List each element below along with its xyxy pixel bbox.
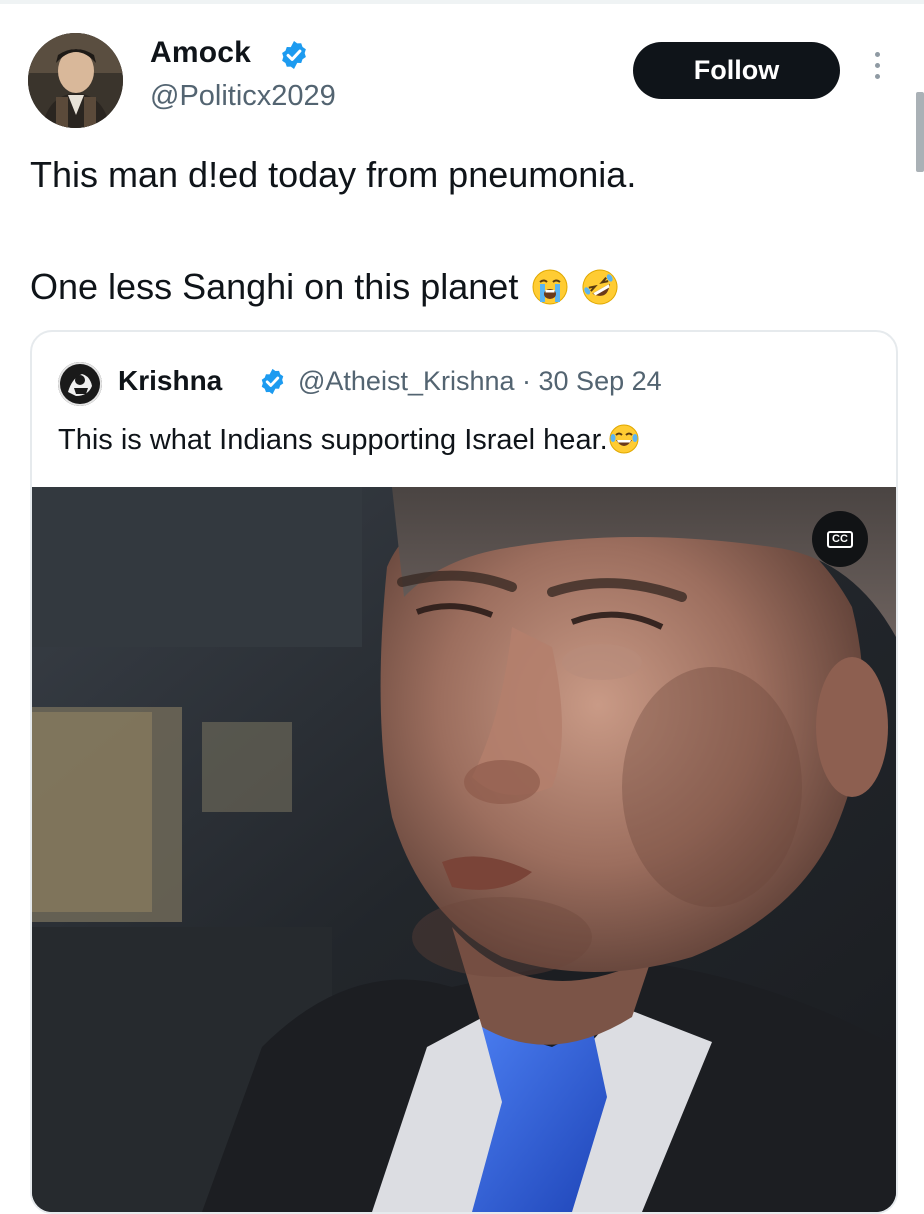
quote-video[interactable]: CC (32, 487, 896, 1212)
follow-button[interactable]: Follow (633, 42, 840, 99)
verified-badge-icon (282, 41, 306, 69)
video-frame-image (32, 487, 896, 1212)
tweet-text-line-2: One less Sanghi on this planet (30, 266, 618, 314)
loudly-crying-face-icon (532, 269, 568, 314)
tweet-text-line-2-text: One less Sanghi on this planet (30, 266, 519, 307)
more-options-icon[interactable] (869, 52, 885, 88)
scrollbar-thumb[interactable] (916, 92, 924, 172)
quote-author-avatar[interactable] (58, 362, 102, 406)
quote-text: This is what Indians supporting Israel h… (58, 424, 639, 462)
author-avatar[interactable] (28, 33, 123, 128)
author-handle[interactable]: @Politicx2029 (150, 80, 336, 113)
quote-verified-badge-icon (261, 368, 284, 395)
cc-icon: CC (827, 530, 853, 548)
quote-text-content: This is what Indians supporting Israel h… (58, 424, 608, 456)
quoted-tweet-card[interactable]: Krishna @Atheist_Krishna · 30 Sep 24 Thi… (30, 330, 898, 1214)
tweet-text-line-1: This man d!ed today from pneumonia. (30, 154, 637, 195)
avatar-image (28, 33, 123, 128)
captions-button[interactable]: CC (812, 511, 868, 567)
quote-author-handle[interactable]: @Atheist_Krishna (298, 366, 515, 396)
quote-meta: @Atheist_Krishna · 30 Sep 24 (298, 366, 662, 397)
face-with-tears-of-joy-icon (609, 424, 639, 462)
author-name[interactable]: Amock (150, 36, 251, 70)
rolling-on-floor-laughing-icon (582, 269, 618, 314)
quote-date[interactable]: · 30 Sep 24 (522, 366, 662, 396)
top-divider (0, 0, 924, 4)
quote-avatar-image (58, 362, 102, 406)
quote-author-name[interactable]: Krishna (118, 365, 222, 397)
